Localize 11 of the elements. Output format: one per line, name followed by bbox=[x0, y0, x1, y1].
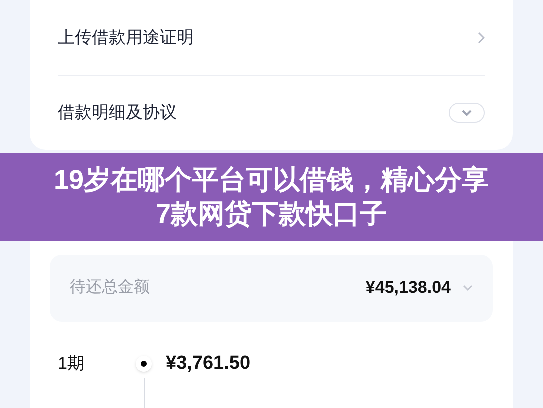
summary-label: 待还总金额 bbox=[70, 278, 150, 298]
period-label: 1期 bbox=[58, 353, 86, 375]
chevron-right-icon[interactable] bbox=[477, 32, 485, 44]
menu-label[interactable]: 上传借款用途证明 bbox=[58, 24, 194, 50]
chevron-down-icon bbox=[462, 110, 472, 116]
banner-title: 19岁在哪个平台可以借钱，精心分享7款网贷下款快口子 bbox=[52, 164, 490, 231]
chevron-down-icon[interactable] bbox=[463, 285, 473, 291]
expand-toggle[interactable] bbox=[449, 103, 485, 123]
menu-label[interactable]: 借款明细及协议 bbox=[58, 100, 177, 126]
installment-amount: ¥3,761.50 bbox=[166, 352, 251, 376]
summary-amount: ¥45,138.04 bbox=[366, 277, 451, 300]
